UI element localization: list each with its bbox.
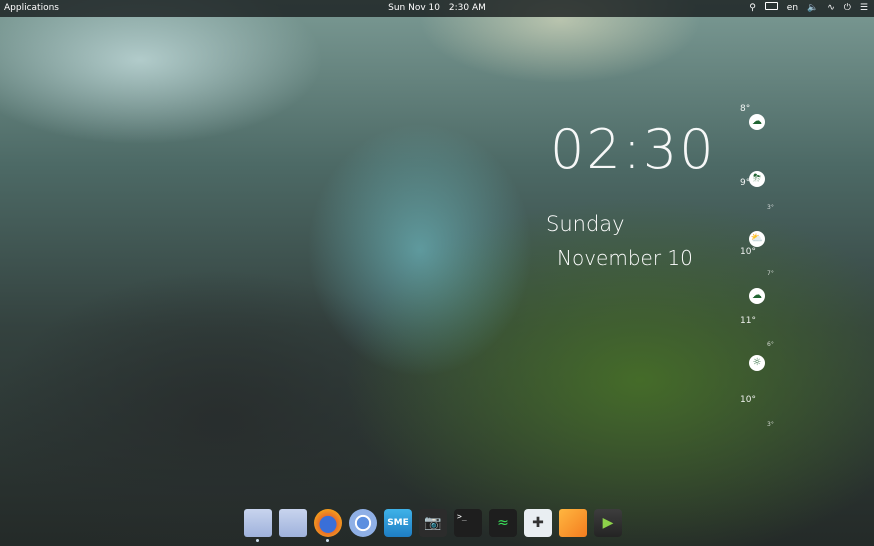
camera-icon: 📷 bbox=[424, 515, 442, 531]
keyboard-icon[interactable] bbox=[764, 0, 778, 17]
weather-temp: 8° bbox=[740, 104, 751, 114]
sun-cloud-icon: ☼ bbox=[749, 355, 765, 371]
chromium-launcher[interactable] bbox=[349, 509, 377, 537]
dock: SME 📷 >_ ≈ ✚ ▶ bbox=[244, 509, 622, 542]
partly-cloudy-icon: ⛅ bbox=[749, 231, 765, 247]
language-indicator[interactable]: en bbox=[787, 0, 798, 17]
weather-low: 6° bbox=[767, 341, 774, 348]
menu-icon[interactable]: ☰ bbox=[860, 0, 868, 17]
text-editor-launcher[interactable] bbox=[559, 509, 587, 537]
weather-temp: 11° bbox=[740, 316, 756, 326]
cloud-icon: ☁ bbox=[749, 288, 765, 304]
system-monitor-launcher[interactable]: ≈ bbox=[489, 509, 517, 537]
media-player-launcher[interactable]: ▶ bbox=[594, 509, 622, 537]
desktop-clock-date: November 10 bbox=[557, 246, 693, 270]
screenshot-tool-launcher[interactable]: ✚ bbox=[524, 509, 552, 537]
desktop-clock-time: 02:30 bbox=[550, 118, 716, 181]
activity-graph-icon: ≈ bbox=[497, 515, 509, 531]
terminal-launcher[interactable]: >_ bbox=[454, 509, 482, 537]
panel-clock[interactable]: Sun Nov 10 2:30 AM bbox=[0, 0, 874, 17]
volume-icon[interactable]: 🔈 bbox=[807, 0, 818, 17]
wifi-icon[interactable]: ∿ bbox=[827, 0, 835, 17]
weather-low: 7° bbox=[767, 270, 774, 277]
power-icon[interactable]: ⏻ bbox=[844, 0, 851, 17]
weather-low: 3° bbox=[767, 204, 774, 211]
firefox-launcher[interactable] bbox=[314, 509, 342, 542]
folder-launcher[interactable] bbox=[279, 509, 307, 537]
top-panel: Applications Sun Nov 10 2:30 AM ⚲ en 🔈 ∿… bbox=[0, 0, 874, 17]
storm-cloud-icon: ⛈ bbox=[749, 171, 765, 187]
rain-cloud-icon: ☁ bbox=[749, 114, 765, 130]
desktop-clock-day: Sunday bbox=[546, 212, 625, 236]
system-tray: ⚲ en 🔈 ∿ ⏻ ☰ bbox=[749, 0, 868, 17]
running-indicator bbox=[256, 539, 259, 542]
sme-launcher[interactable]: SME bbox=[384, 509, 412, 537]
crop-icon: ✚ bbox=[532, 515, 544, 531]
files-launcher[interactable] bbox=[244, 509, 272, 542]
sme-label: SME bbox=[387, 518, 409, 528]
play-icon: ▶ bbox=[602, 515, 614, 531]
running-indicator bbox=[326, 539, 329, 542]
camera-launcher[interactable]: 📷 bbox=[419, 509, 447, 537]
panel-clock-date: Sun Nov 10 bbox=[388, 3, 440, 13]
weather-low: 3° bbox=[767, 421, 774, 428]
panel-clock-time: 2:30 AM bbox=[448, 3, 486, 13]
search-icon[interactable]: ⚲ bbox=[749, 0, 756, 17]
weather-temp: 10° bbox=[740, 395, 756, 405]
terminal-prompt: >_ bbox=[457, 512, 467, 521]
weather-temp: 10° bbox=[740, 247, 756, 257]
